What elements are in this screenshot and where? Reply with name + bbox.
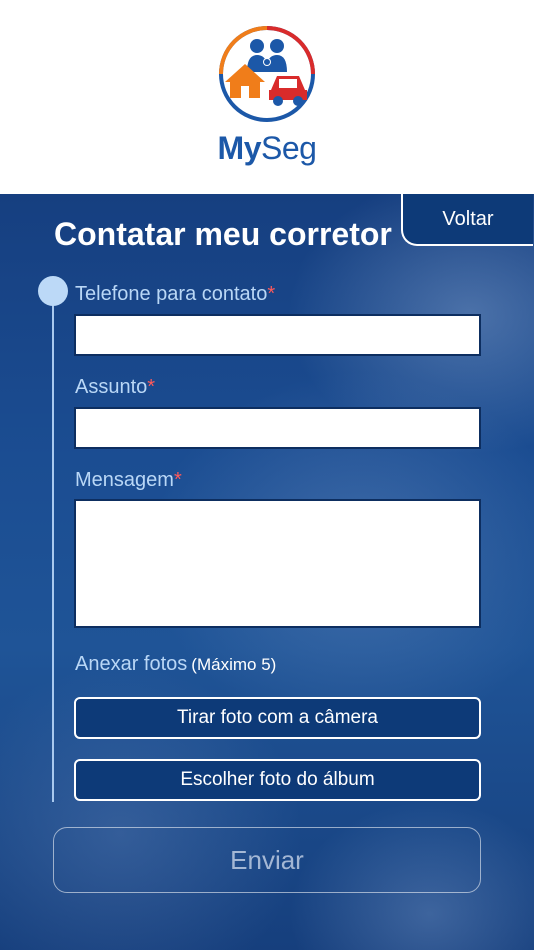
subject-input[interactable]	[74, 407, 481, 449]
subject-label: Assunto*	[75, 376, 155, 399]
take-photo-button[interactable]: Tirar foto com a câmera	[74, 697, 481, 739]
attach-photos-text: Anexar fotos	[75, 653, 188, 675]
timeline-line	[52, 294, 54, 802]
page-title: Contatar meu corretor	[54, 216, 392, 252]
phone-required-mark: *	[267, 283, 276, 305]
brand-wordmark: MySeg	[0, 130, 534, 167]
phone-input[interactable]	[74, 314, 481, 356]
family-house-car-logo-icon	[219, 26, 315, 122]
send-button[interactable]: Enviar	[53, 827, 481, 893]
message-required-mark: *	[173, 469, 182, 491]
message-textarea[interactable]	[74, 499, 481, 628]
app-header: MySeg	[0, 0, 534, 194]
phone-label-text: Telefone para contato	[75, 283, 268, 305]
brand-seg: Seg	[261, 130, 317, 166]
message-label-text: Mensagem	[75, 469, 174, 491]
back-button[interactable]: Voltar	[401, 194, 533, 246]
attach-photos-label: Anexar fotos (Máximo 5)	[75, 653, 276, 676]
attach-photos-max-note: (Máximo 5)	[191, 655, 277, 674]
brand-my: My	[217, 130, 262, 166]
contact-broker-panel: Contatar meu corretor Voltar Telefone pa…	[0, 194, 534, 950]
message-label: Mensagem*	[75, 469, 182, 492]
choose-album-photo-button[interactable]: Escolher foto do álbum	[74, 759, 481, 801]
subject-required-mark: *	[147, 376, 156, 398]
subject-label-text: Assunto	[75, 376, 148, 398]
timeline-dot	[38, 276, 68, 306]
phone-label: Telefone para contato*	[75, 283, 275, 306]
